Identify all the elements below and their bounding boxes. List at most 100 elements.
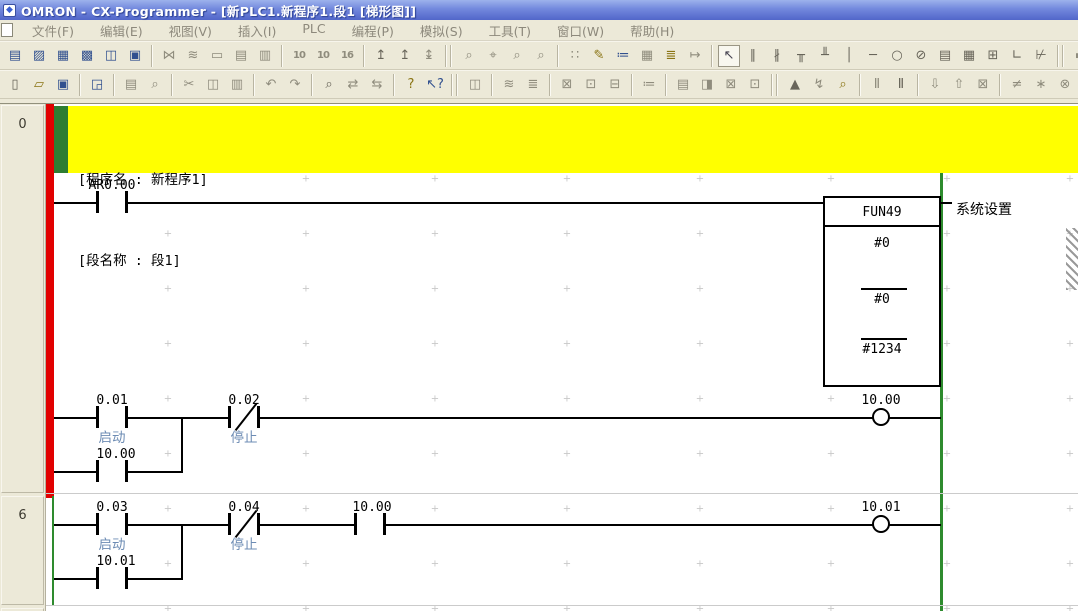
cut-icon[interactable]: ✂ [178, 74, 200, 96]
child-window-icon[interactable] [1, 23, 13, 37]
contact-hold-10-01[interactable] [96, 567, 128, 589]
online-simulator-icon[interactable]: ⌕ [832, 74, 854, 96]
io-comment-view-icon[interactable]: ▩ [76, 45, 98, 67]
program-header-banner[interactable]: [程序名 : 新程序1] [段名称 : 段1] [68, 106, 1078, 173]
download-to-plc-icon[interactable]: ⇩ [924, 74, 946, 96]
monitor-hex-icon[interactable]: 16 [336, 45, 358, 67]
online-auto-icon[interactable]: ↯ [808, 74, 830, 96]
fb-operand-1[interactable]: #0 [825, 236, 939, 251]
ladder-editor[interactable]: ++++++++++++++++++++++++++++++++++++++++… [0, 103, 1078, 611]
memory-view-icon[interactable]: ▥ [254, 45, 276, 67]
window-symbols-icon[interactable]: ▤ [672, 74, 694, 96]
menu-item-file[interactable]: 文件(F) [19, 19, 87, 42]
monitor-in-rung-icon[interactable]: ▦ [636, 45, 658, 67]
upload-from-plc-icon[interactable]: ⇧ [948, 74, 970, 96]
menu-item-tools[interactable]: 工具(T) [476, 19, 544, 42]
view-properties-icon[interactable]: ◫ [464, 74, 486, 96]
wrap-rungs-icon[interactable]: ↦ [684, 45, 706, 67]
page-setup-icon[interactable]: ◲ [86, 74, 108, 96]
function-block-fun49[interactable]: FUN49 #0 #0 #1234 [823, 196, 941, 387]
help-icon[interactable]: ? [400, 74, 422, 96]
verify-icon[interactable]: ≠ [1006, 74, 1028, 96]
plc-clock-icon[interactable]: ▬ [1070, 45, 1078, 67]
new-file-icon[interactable]: ▯ [4, 74, 26, 96]
new-closed-contact-icon[interactable]: ∦ [766, 45, 788, 67]
rung-annotation-icon[interactable]: ≔ [612, 45, 634, 67]
app-icon[interactable]: ◆ [3, 4, 16, 17]
contact-10-00[interactable] [354, 513, 386, 535]
rung-comment-icon[interactable]: ◫ [100, 45, 122, 67]
context-help-icon[interactable]: ↖? [424, 74, 446, 96]
compile-all-icon[interactable]: ≣ [522, 74, 544, 96]
watch-window-icon[interactable]: ▭ [206, 45, 228, 67]
new-closed-coil-icon[interactable]: ⊘ [910, 45, 932, 67]
zoom-to-fit-icon[interactable]: ⌕ [458, 45, 480, 67]
fb-operand-3[interactable]: #1234 [825, 342, 939, 357]
compare-with-plc-icon[interactable]: ⊠ [972, 74, 994, 96]
undo-icon[interactable]: ↶ [260, 74, 282, 96]
print-preview-icon[interactable]: ⌕ [144, 74, 166, 96]
mnemonic-view-icon[interactable]: ▨ [28, 45, 50, 67]
new-project-window-icon[interactable]: ▤ [4, 45, 26, 67]
contact-0-03[interactable] [96, 513, 128, 535]
new-contact-icon[interactable]: ∥ [742, 45, 764, 67]
menu-item-window[interactable]: 窗口(W) [544, 19, 617, 42]
window-diagram-icon[interactable]: ◨ [696, 74, 718, 96]
new-coil-icon[interactable]: ○ [886, 45, 908, 67]
window-close-icon[interactable]: ⊠ [720, 74, 742, 96]
contact-ar0-00[interactable] [96, 191, 128, 213]
paste-icon[interactable]: ▥ [226, 74, 248, 96]
zoom-selection-icon[interactable]: ⌖ [482, 45, 504, 67]
grid-toggle-icon[interactable]: ∷ [564, 45, 586, 67]
coil-10-00[interactable] [872, 408, 890, 426]
force-status-icon[interactable]: ↨ [418, 45, 440, 67]
properties-icon[interactable]: ▣ [124, 45, 146, 67]
menu-item-help[interactable]: 帮助(H) [617, 19, 687, 42]
pause-icon[interactable]: Ⅱ [890, 74, 912, 96]
new-pid-icon[interactable]: ⊞ [982, 45, 1004, 67]
compile-icon[interactable]: ≋ [498, 74, 520, 96]
new-instruction-icon[interactable]: ▤ [934, 45, 956, 67]
work-online-icon[interactable]: ▲ [784, 74, 806, 96]
vertical-line-icon[interactable]: │ [838, 45, 860, 67]
save-icon[interactable]: ▣ [52, 74, 74, 96]
pause-monitor-icon[interactable]: Ⅱ [866, 74, 888, 96]
address-reference-icon[interactable]: ≋ [182, 45, 204, 67]
menu-item-plc[interactable]: PLC [289, 19, 338, 42]
invert-icon[interactable]: ⊬ [1030, 45, 1052, 67]
zoom-in-icon[interactable]: ⌕ [506, 45, 528, 67]
menu-item-program[interactable]: 编程(P) [339, 19, 407, 42]
contact-nc-0-04[interactable] [228, 513, 260, 535]
select-tool-icon[interactable]: ↖ [718, 45, 740, 67]
symbol-table-icon[interactable]: ▦ [52, 45, 74, 67]
new-fb-instruction-icon[interactable]: ▦ [958, 45, 980, 67]
rung-manager-icon[interactable]: ≔ [638, 74, 660, 96]
fb-operand-2[interactable]: #0 [825, 292, 939, 307]
zoom-out-icon[interactable]: ⌕ [530, 45, 552, 67]
copy-icon[interactable]: ◫ [202, 74, 224, 96]
menu-item-simulation[interactable]: 模拟(S) [407, 19, 476, 42]
change-all-icon[interactable]: ⇆ [366, 74, 388, 96]
horizontal-line-icon[interactable]: ─ [862, 45, 884, 67]
rung-cell-0[interactable]: 0 [1, 105, 44, 493]
new-closed-or-contact-icon[interactable]: ╨ [814, 45, 836, 67]
contact-hold-10-00[interactable] [96, 460, 128, 482]
monitor-decimal-icon[interactable]: 10 [288, 45, 310, 67]
output-window-icon[interactable]: ▤ [230, 45, 252, 67]
online-edit-send-icon[interactable]: ⊠ [556, 74, 578, 96]
differential-monitor-icon[interactable]: ≣ [660, 45, 682, 67]
menu-item-edit[interactable]: 编辑(E) [87, 19, 156, 42]
force-cancel-icon[interactable]: ⊗ [1054, 74, 1076, 96]
menu-item-view[interactable]: 视图(V) [156, 19, 225, 42]
corner-line-icon[interactable]: ∟ [1006, 45, 1028, 67]
find-icon[interactable]: ⌕ [318, 74, 340, 96]
redo-icon[interactable]: ↷ [284, 74, 306, 96]
force-on-icon[interactable]: ↥ [370, 45, 392, 67]
window-check-icon[interactable]: ⊡ [744, 74, 766, 96]
monitor-signed-decimal-icon[interactable]: 10 [312, 45, 334, 67]
contact-0-01[interactable] [96, 406, 128, 428]
rung-cell-6[interactable]: 6 [1, 496, 44, 605]
menu-item-insert[interactable]: 插入(I) [225, 19, 289, 42]
set-value-icon[interactable]: ∗ [1030, 74, 1052, 96]
replace-icon[interactable]: ⇄ [342, 74, 364, 96]
